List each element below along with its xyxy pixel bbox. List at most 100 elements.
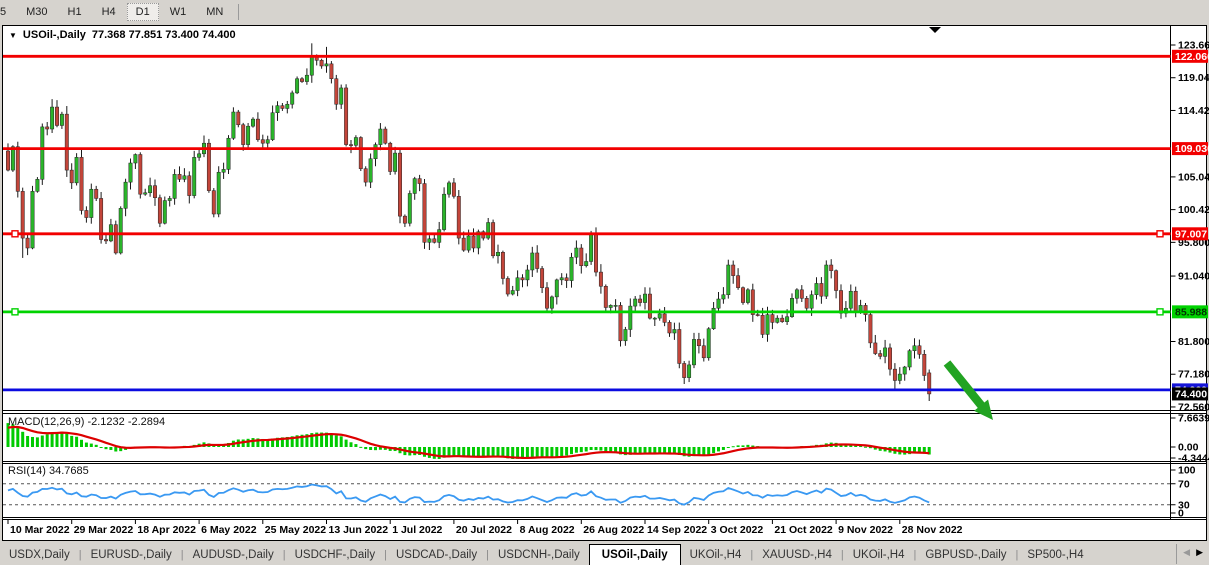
macd-histogram-bar <box>487 447 490 456</box>
candle <box>604 284 607 311</box>
candle-body <box>624 329 627 340</box>
candle-body <box>188 176 191 196</box>
candle-body <box>697 339 700 345</box>
candle-body <box>354 138 357 146</box>
tab-audusd-daily[interactable]: AUDUSD-,Daily <box>184 545 283 565</box>
candle-body <box>90 189 93 217</box>
candle <box>619 302 622 346</box>
candle-body <box>501 252 504 278</box>
tab-eurusd-daily[interactable]: EURUSD-,Daily <box>82 545 181 565</box>
macd-histogram-bar <box>658 447 661 453</box>
candle-body <box>374 145 377 159</box>
candle-body <box>104 240 107 241</box>
line-handle[interactable] <box>12 309 18 315</box>
tab-usdcnh-daily[interactable]: USDCNH-,Daily <box>489 545 589 565</box>
candle-body <box>442 194 445 229</box>
candle-body <box>144 193 147 194</box>
candle-body <box>129 163 132 182</box>
candle-body <box>139 155 142 195</box>
candle-body <box>560 278 563 280</box>
candle-body <box>217 172 220 214</box>
candle-body <box>913 346 916 351</box>
date-label: 6 May 2022 <box>201 524 257 536</box>
candle-body <box>369 159 372 182</box>
candle <box>506 276 509 296</box>
tab-usdx-daily[interactable]: USDX,Daily <box>0 545 79 565</box>
candle-body <box>173 174 176 198</box>
macd-histogram-bar <box>100 447 103 448</box>
candle <box>359 136 362 171</box>
tab-usdcad-daily[interactable]: USDCAD-,Daily <box>387 545 486 565</box>
date-label: 9 Nov 2022 <box>838 524 893 536</box>
macd-histogram-bar <box>423 447 426 457</box>
line-handle[interactable] <box>1157 309 1163 315</box>
candle-body <box>511 291 514 295</box>
macd-histogram-bar <box>75 437 78 447</box>
tab-xauusd-h4[interactable]: XAUUSD-,H4 <box>753 545 841 565</box>
scroll-left-icon[interactable]: ◀ <box>1183 548 1190 557</box>
candle-body <box>736 276 739 288</box>
candle-body <box>163 201 166 224</box>
candle-body <box>893 369 896 380</box>
candle-body <box>197 154 200 158</box>
candle-body <box>393 153 396 171</box>
macd-histogram-bar <box>364 447 367 449</box>
candle-body <box>310 56 313 75</box>
candle-body <box>521 278 524 280</box>
chart-canvas[interactable]: 123.660119.040114.420105.040100.42095.80… <box>0 0 1209 565</box>
candle <box>232 107 235 140</box>
candle-body <box>702 346 705 358</box>
candle-body <box>95 189 98 198</box>
candle-body <box>496 252 499 256</box>
candle-body <box>614 305 617 306</box>
candle-body <box>60 114 63 125</box>
candle-body <box>589 234 592 262</box>
macd-histogram-bar <box>247 439 250 447</box>
macd-histogram-bar <box>732 446 735 447</box>
rsi-axis-label: 70 <box>1178 478 1190 490</box>
tab-gbpusd-daily[interactable]: GBPUSD-,Daily <box>916 545 1015 565</box>
candle-body <box>771 315 774 323</box>
macd-histogram-bar <box>51 433 54 447</box>
macd-histogram-bar <box>712 447 715 453</box>
candle <box>41 123 44 184</box>
candle-body <box>281 106 284 109</box>
tab-usoil-daily[interactable]: USOil-,Daily <box>589 544 681 565</box>
date-label: 25 May 2022 <box>265 524 326 536</box>
candle-body <box>580 248 583 266</box>
candle-body <box>418 179 421 184</box>
candle-body <box>839 291 842 314</box>
candle-body <box>923 354 926 375</box>
line-handle[interactable] <box>1157 231 1163 237</box>
candle-body <box>487 223 490 239</box>
candle-body <box>638 299 641 303</box>
candle-body <box>834 271 837 291</box>
candle-body <box>295 79 298 93</box>
macd-histogram-bar <box>531 447 534 457</box>
tab-usdchf-daily[interactable]: USDCHF-,Daily <box>286 545 385 565</box>
macd-histogram-bar <box>722 447 725 450</box>
candle-body <box>80 157 83 210</box>
scroll-right-icon[interactable]: ▶ <box>1196 548 1203 557</box>
candle-body <box>673 329 676 333</box>
candle-body <box>46 127 49 129</box>
candle-body <box>741 288 744 303</box>
tab-ukoil-h4[interactable]: UKOil-,H4 <box>681 545 751 565</box>
candle-body <box>707 329 710 358</box>
candle-body <box>246 126 249 144</box>
down-caret-icon[interactable]: ▼ <box>9 31 17 40</box>
candle-body <box>599 272 602 286</box>
candle-body <box>340 88 343 104</box>
rsi-axis-label: 0 <box>1178 508 1184 520</box>
candle-body <box>874 343 877 354</box>
tab-ukoil-h4[interactable]: UKOil-,H4 <box>844 545 914 565</box>
candle-body <box>849 291 852 308</box>
candle <box>80 150 83 215</box>
candle <box>99 192 102 244</box>
macd-histogram-bar <box>340 436 343 447</box>
candle-body <box>178 174 181 179</box>
tab-sp500-h4[interactable]: SP500-,H4 <box>1018 545 1092 565</box>
candle-body <box>447 183 450 194</box>
candle-body <box>609 305 612 307</box>
line-handle[interactable] <box>12 231 18 237</box>
